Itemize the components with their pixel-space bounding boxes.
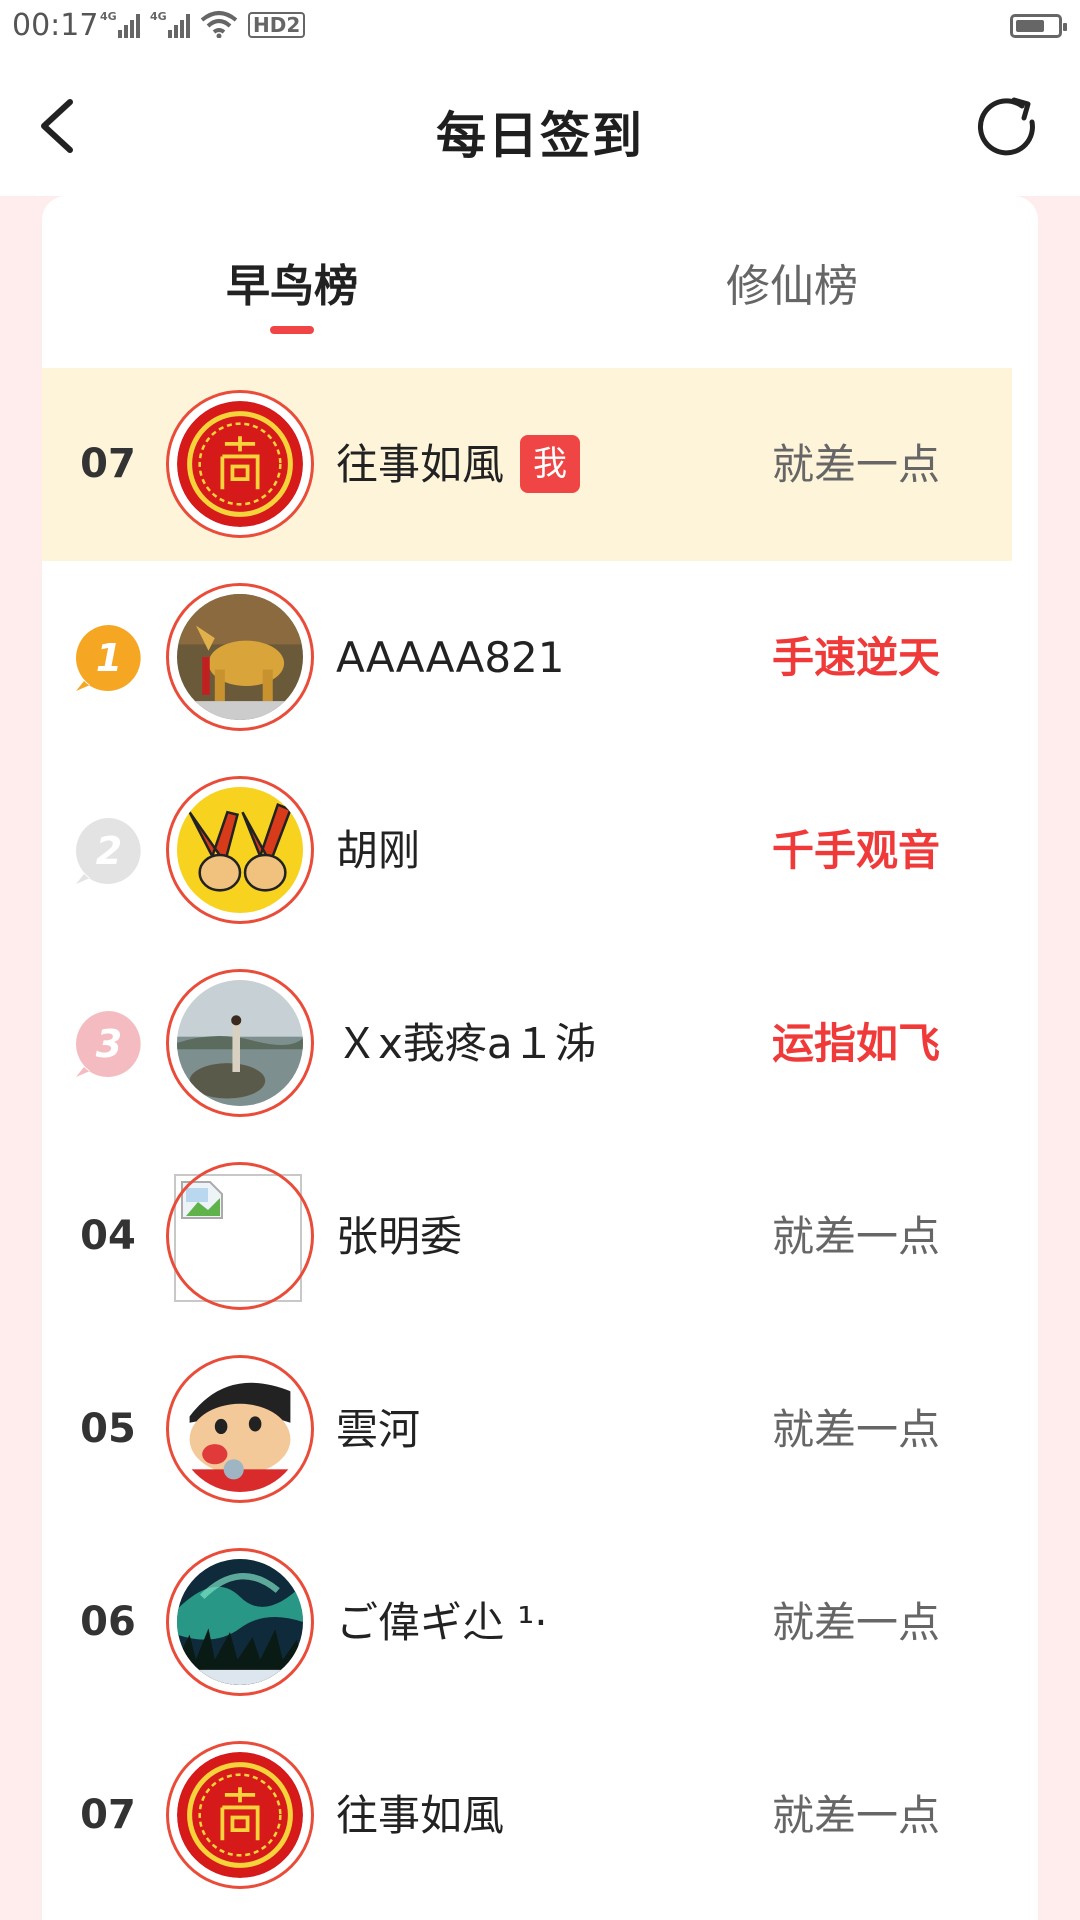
bronze-medal-icon: 3 xyxy=(75,1011,141,1077)
list-item[interactable]: 07 往事如風 就差一点 xyxy=(42,1719,1012,1912)
rank-number: 06 xyxy=(80,1599,136,1645)
status-text: 千手观音 xyxy=(771,826,940,875)
user-name: 胡刚 xyxy=(336,826,421,875)
rank-number: 05 xyxy=(80,1406,136,1452)
leaderboard-card: 早鸟榜 修仙榜 07 往事如風我 就差一点 1 AAAAA821 手速逆天 2 … xyxy=(42,196,1038,1920)
signal-icon: 4G xyxy=(150,10,190,38)
rank-number: 07 xyxy=(80,1792,136,1838)
silver-medal-icon: 2 xyxy=(75,818,141,884)
status-text: 就差一点 xyxy=(771,1791,940,1840)
lake-photo-avatar-icon xyxy=(177,980,303,1106)
red-seal-avatar-icon xyxy=(177,401,303,527)
status-text: 就差一点 xyxy=(771,1212,940,1261)
medal-rank-label: 2 xyxy=(96,829,122,873)
aurora-avatar-icon xyxy=(177,1559,303,1685)
list-item[interactable]: 3 Ｘx莪疼a１泲 运指如飞 xyxy=(42,947,1012,1140)
status-text: 就差一点 xyxy=(771,1405,940,1454)
my-rank-row[interactable]: 07 往事如風我 就差一点 xyxy=(42,368,1012,561)
refresh-icon[interactable] xyxy=(974,92,1044,162)
status-bar: 00:17 4G 4G HD2 xyxy=(0,0,1080,56)
status-text: 就差一点 xyxy=(771,1598,940,1647)
user-name: 往事如風我 xyxy=(336,368,581,561)
avatar[interactable] xyxy=(166,1741,314,1889)
user-name: ご偉ギ尐 ¹· xyxy=(336,1598,548,1647)
status-time: 00:17 xyxy=(12,8,99,43)
avatar[interactable] xyxy=(166,969,314,1117)
user-name: AAAAA821 xyxy=(336,633,565,682)
top-app-bar: 每日签到 xyxy=(0,56,1080,196)
avatar[interactable] xyxy=(166,583,314,731)
me-badge: 我 xyxy=(520,434,581,493)
avatar[interactable] xyxy=(166,1548,314,1696)
medal-rank-label: 3 xyxy=(96,1022,122,1066)
tab-early-bird[interactable]: 早鸟榜 xyxy=(162,250,422,314)
cartoon-boy-avatar-icon xyxy=(177,1366,303,1492)
list-item[interactable]: 2 胡刚 千手观音 xyxy=(42,754,1012,947)
red-seal-avatar-icon xyxy=(177,1752,303,1878)
status-icons: 4G 4G HD2 xyxy=(100,10,306,38)
user-name-text: 往事如風 xyxy=(336,440,505,489)
status-text: 手速逆天 xyxy=(771,633,940,682)
battery-icon xyxy=(1010,14,1067,38)
network-type-label: 4G xyxy=(100,10,117,23)
user-name: 雲河 xyxy=(336,1405,421,1454)
tab-bar: 早鸟榜 修仙榜 xyxy=(42,196,1038,368)
avatar[interactable] xyxy=(166,390,314,538)
avatar[interactable] xyxy=(166,776,314,924)
network-type-label: 4G xyxy=(150,10,167,23)
gold-medal-icon: 1 xyxy=(75,625,141,691)
medal-rank-label: 1 xyxy=(96,636,122,680)
hd-voice-icon: HD2 xyxy=(248,12,306,38)
user-name: 张明委 xyxy=(336,1212,463,1261)
user-name: Ｘx莪疼a１泲 xyxy=(336,1019,597,1068)
rank-number: 04 xyxy=(80,1213,136,1259)
tab-cultivation[interactable]: 修仙榜 xyxy=(662,250,922,314)
user-name: 往事如風 xyxy=(336,1791,505,1840)
avatar-ring xyxy=(166,1162,314,1310)
list-item[interactable]: 05 雲河 就差一点 xyxy=(42,1333,1012,1526)
list-item[interactable]: 1 AAAAA821 手速逆天 xyxy=(42,561,1012,754)
list-item[interactable]: 06 ご偉ギ尐 ¹· 就差一点 xyxy=(42,1526,1012,1719)
active-tab-indicator xyxy=(270,326,314,334)
signal-icon: 4G xyxy=(100,10,140,38)
leaderboard-list: 07 往事如風我 就差一点 1 AAAAA821 手速逆天 2 胡刚 千手观音 … xyxy=(42,368,1012,1912)
status-text: 就差一点 xyxy=(771,440,940,489)
victory-hands-avatar-icon xyxy=(177,787,303,913)
page-title: 每日签到 xyxy=(436,107,644,165)
rank-number: 07 xyxy=(80,441,136,487)
status-text: 运指如飞 xyxy=(771,1019,940,1068)
golden-statue-avatar-icon xyxy=(177,594,303,720)
list-item[interactable]: 04 张明委 就差一点 xyxy=(42,1140,1012,1333)
avatar[interactable] xyxy=(166,1355,314,1503)
wifi-icon xyxy=(200,11,238,38)
